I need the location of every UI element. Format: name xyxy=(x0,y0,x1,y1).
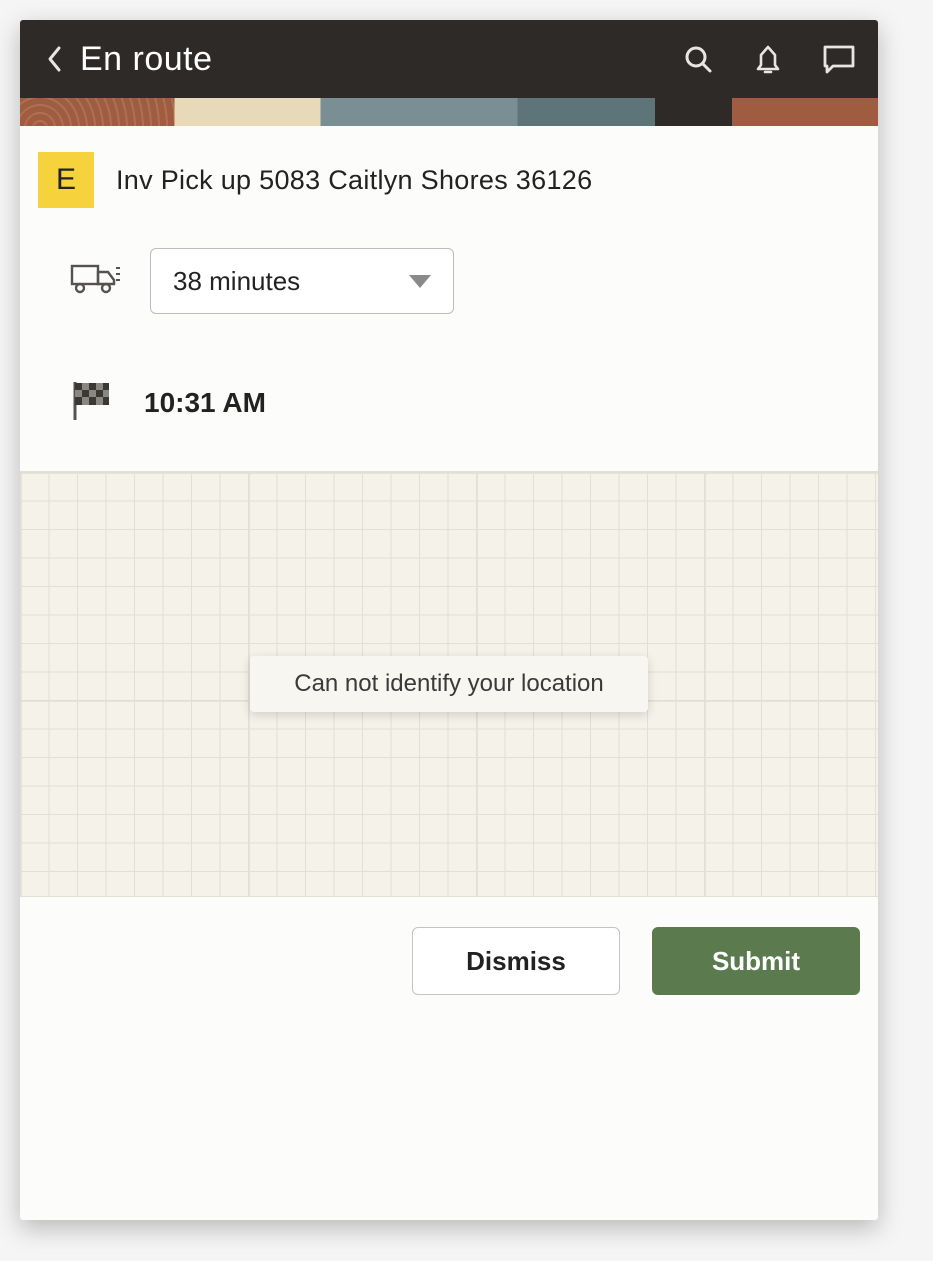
activity-title: Inv Pick up 5083 Caitlyn Shores 36126 xyxy=(116,165,592,196)
truck-icon xyxy=(70,260,120,303)
chevron-left-icon xyxy=(46,45,62,73)
map-area[interactable]: Can not identify your location xyxy=(20,471,878,897)
header-actions xyxy=(682,43,856,75)
notifications-button[interactable] xyxy=(752,43,784,75)
activity-row: E Inv Pick up 5083 Caitlyn Shores 36126 xyxy=(38,152,860,208)
dismiss-button[interactable]: Dismiss xyxy=(412,927,620,995)
page-title: En route xyxy=(80,40,682,79)
arrival-row: 10:31 AM xyxy=(38,378,860,427)
chat-icon xyxy=(822,44,856,74)
back-button[interactable] xyxy=(42,47,66,71)
header-bar: En route xyxy=(20,20,878,98)
chevron-down-icon xyxy=(409,275,431,288)
travel-duration-row: 38 minutes xyxy=(38,248,860,314)
search-icon xyxy=(682,43,714,75)
arrival-time: 10:31 AM xyxy=(144,387,266,419)
map-location-toast: Can not identify your location xyxy=(250,656,648,712)
submit-button[interactable]: Submit xyxy=(652,927,860,995)
action-buttons: Dismiss Submit xyxy=(20,897,878,995)
decorative-banner xyxy=(20,98,878,126)
duration-select-value: 38 minutes xyxy=(173,266,300,297)
chat-button[interactable] xyxy=(822,44,856,74)
bell-icon xyxy=(752,43,784,75)
duration-select[interactable]: 38 minutes xyxy=(150,248,454,314)
app-screen: En route E xyxy=(20,20,878,1220)
search-button[interactable] xyxy=(682,43,714,75)
content-area: E Inv Pick up 5083 Caitlyn Shores 36126 … xyxy=(20,126,878,427)
activity-badge: E xyxy=(38,152,94,208)
checkered-flag-icon xyxy=(70,378,114,427)
